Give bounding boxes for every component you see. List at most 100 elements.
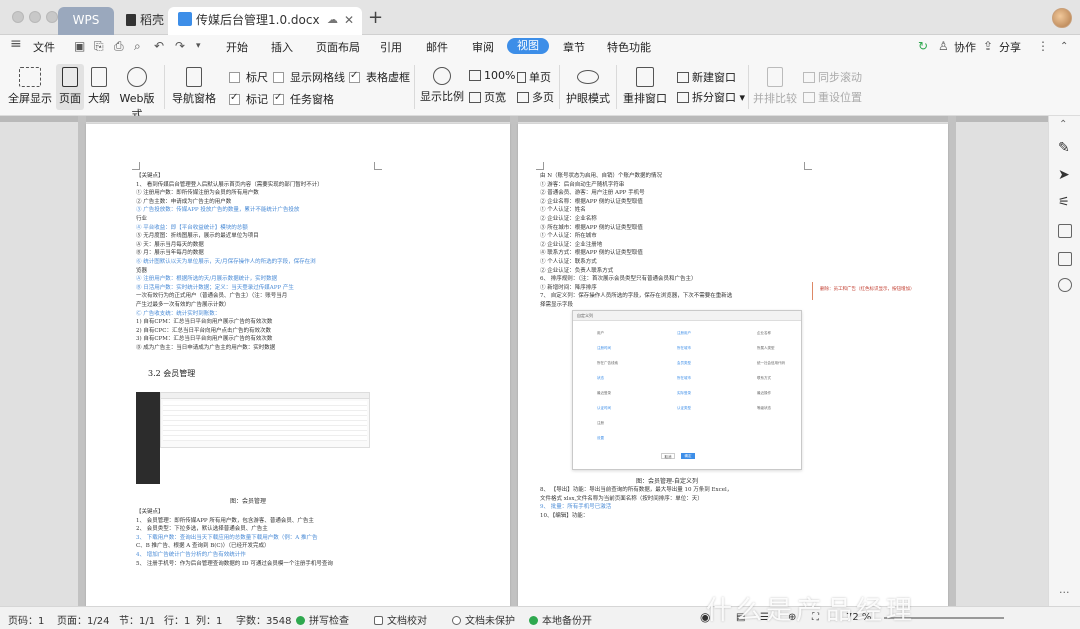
single-page-button[interactable]: 单页 (517, 69, 551, 85)
dialog-ok-button[interactable]: 确定 (681, 453, 695, 459)
close-tab-button[interactable]: ✕ (344, 7, 354, 33)
dialog-field-option[interactable]: 设置 (597, 436, 604, 441)
web-view-button[interactable]: Web版式 (115, 67, 159, 122)
dialog-field-option[interactable]: 实际登录 (677, 391, 691, 396)
page-right[interactable]: 由 N（账号状态为启用、自销）个账户数据的情况 ① 游客：后台自动生产随机字符串… (518, 124, 948, 606)
zoom-window-button[interactable] (46, 11, 58, 23)
menu-review[interactable]: 审阅 (472, 39, 494, 55)
document-check-icon[interactable] (1058, 224, 1072, 238)
menu-special[interactable]: 特色功能 (607, 39, 651, 55)
save-icon[interactable]: ▣ (74, 39, 85, 53)
new-tab-button[interactable]: + (368, 7, 383, 28)
page-width-button[interactable]: 页宽 (469, 89, 506, 105)
menu-view[interactable]: 视图 (507, 38, 549, 54)
rearrange-label: 重排窗口 (623, 92, 667, 105)
dialog-field-option[interactable]: 认证时间 (597, 406, 611, 411)
collab-button[interactable]: 协作 (954, 39, 976, 55)
reset-position-button[interactable]: 重设位置 (803, 89, 862, 105)
dialog-field-option[interactable]: 所在城市 (677, 376, 691, 381)
status-page[interactable]: 页面：1/24 (57, 612, 109, 627)
comment-connector (812, 282, 813, 300)
close-window-button[interactable] (12, 11, 24, 23)
dialog-field-option[interactable]: 注册时间 (597, 346, 611, 351)
task-pane-checkbox[interactable]: 任务窗格 (273, 91, 334, 107)
menu-reference[interactable]: 引用 (380, 39, 402, 55)
dialog-field-option[interactable]: 注册用户 (677, 331, 691, 336)
rearrange-window-button[interactable]: 重排窗口 (622, 67, 668, 106)
settings-sliders-icon[interactable]: ⚟ (1058, 195, 1072, 210)
table-dashed-checkbox[interactable]: 表格虚框 (349, 69, 410, 85)
pen-icon[interactable]: ✎ (1058, 140, 1072, 156)
page-view-button[interactable]: 页面 (56, 64, 84, 110)
review-comment[interactable]: 删除：员工和广告（红色标识显示，按钮增加） (820, 286, 915, 292)
dialog-field-option[interactable]: 注册 (597, 421, 604, 426)
document-area[interactable]: 【关键点】 1、 看到传媒后台管理登入后默认展示首页内容（需要实现的部门暂时不计）… (0, 116, 1048, 606)
dialog-field-option[interactable]: 最近登录 (597, 391, 611, 396)
menu-page-layout[interactable]: 页面布局 (316, 39, 360, 55)
page-left[interactable]: 【关键点】 1、 看到传媒后台管理登入后默认展示首页内容（需要实现的部门暂时不计）… (86, 124, 510, 606)
export-pdf-icon[interactable]: ⎘ (94, 39, 104, 54)
status-word-count[interactable]: 字数：3548 (236, 612, 291, 627)
nav-pane-button[interactable]: 导航窗格 (171, 67, 217, 106)
print-preview-icon[interactable]: ⌕ (134, 39, 141, 54)
dialog-field-option[interactable]: 统一社会信用代码 (757, 361, 785, 366)
collab-icon[interactable]: ♙ (938, 39, 949, 53)
share-icon[interactable]: ⇪ (983, 39, 993, 53)
image-icon[interactable] (1058, 252, 1072, 266)
ruler-checkbox[interactable]: 标尺 (229, 69, 268, 85)
hamburger-icon[interactable]: ≡ (10, 36, 22, 52)
zoom-button[interactable]: 显示比例 (420, 67, 464, 104)
dialog-cancel-button[interactable]: 取消 (661, 453, 675, 459)
undo-icon[interactable]: ↶ (154, 39, 164, 53)
dialog-field-option[interactable]: 所在城市 (677, 346, 691, 351)
sync-icon[interactable]: ↻ (918, 39, 928, 53)
print-icon[interactable]: ⎙ (114, 39, 124, 54)
more-icon[interactable]: ⋮ (1037, 39, 1049, 53)
menu-insert[interactable]: 插入 (271, 39, 293, 55)
protect-status[interactable]: 文档未保护 (452, 612, 515, 627)
more-icon[interactable]: ··· (1059, 586, 1070, 599)
dialog-field-option[interactable]: 状态 (597, 376, 604, 381)
dialog-field-option[interactable]: 所属人类型 (757, 346, 775, 351)
spell-check-button[interactable]: 拼写检查 (296, 612, 349, 627)
tab-document[interactable]: 传媒后台管理1.0.docx ☁ ✕ (168, 7, 362, 35)
dialog-field-option[interactable]: 企业名称 (757, 331, 771, 336)
collapse-icon[interactable]: ⌃ (1059, 119, 1067, 130)
proofread-button[interactable]: 文档校对 (374, 612, 427, 627)
fullscreen-button[interactable]: 全屏显示 (8, 67, 52, 106)
eye-mode-button[interactable]: 护眼模式 (566, 67, 610, 106)
cursor-icon[interactable]: ➤ (1058, 167, 1072, 183)
dialog-field-option[interactable]: 等级状态 (757, 406, 771, 411)
zoom-100-button[interactable]: 100% (469, 69, 515, 82)
mark-checkbox[interactable]: 标记 (229, 91, 268, 107)
show-grid-checkbox[interactable]: 显示网格线 (273, 69, 345, 85)
outline-view-button[interactable]: 大纲 (86, 67, 112, 106)
dialog-field-option[interactable]: 最近操作 (757, 391, 771, 396)
dialog-field-option[interactable]: 会员类型 (677, 361, 691, 366)
avatar[interactable] (1052, 8, 1072, 28)
collapse-ribbon-icon[interactable]: ⌃ (1060, 41, 1068, 52)
tab-daoke[interactable]: 稻壳 (116, 7, 168, 35)
dialog-field-option[interactable]: 认证类型 (677, 406, 691, 411)
dialog-field-option[interactable]: 联系方式 (757, 376, 771, 381)
sync-scroll-button[interactable]: 同步滚动 (803, 69, 862, 85)
history-icon[interactable] (1058, 278, 1072, 292)
new-window-button[interactable]: 新建窗口 (677, 69, 736, 85)
multi-page-button[interactable]: 多页 (517, 89, 554, 105)
menu-mail[interactable]: 邮件 (426, 39, 448, 55)
menu-start[interactable]: 开始 (226, 39, 248, 55)
share-button[interactable]: 分享 (999, 39, 1021, 55)
compare-button[interactable]: 并排比较 (753, 67, 797, 106)
status-page-number[interactable]: 页码：1 (8, 612, 44, 627)
backup-status[interactable]: 本地备份开 (529, 612, 592, 627)
dialog-field-option[interactable]: 所在广告线索 (597, 361, 618, 366)
split-window-button[interactable]: 拆分窗口 ▾ (677, 89, 745, 105)
minimize-window-button[interactable] (29, 11, 41, 23)
menu-chapter[interactable]: 章节 (563, 39, 585, 55)
menu-file[interactable]: 文件 (33, 39, 55, 55)
redo-icon[interactable]: ↷ (175, 39, 185, 53)
tab-wps[interactable]: WPS (58, 7, 114, 35)
quick-access-dropdown-icon[interactable]: ▾ (196, 41, 201, 51)
text-line: 8、 【导出】功能：导出当前查询的所有数据，最大导出量 10 万条到 Excel… (540, 487, 733, 493)
dialog-field-option[interactable]: 用户 (597, 331, 604, 336)
